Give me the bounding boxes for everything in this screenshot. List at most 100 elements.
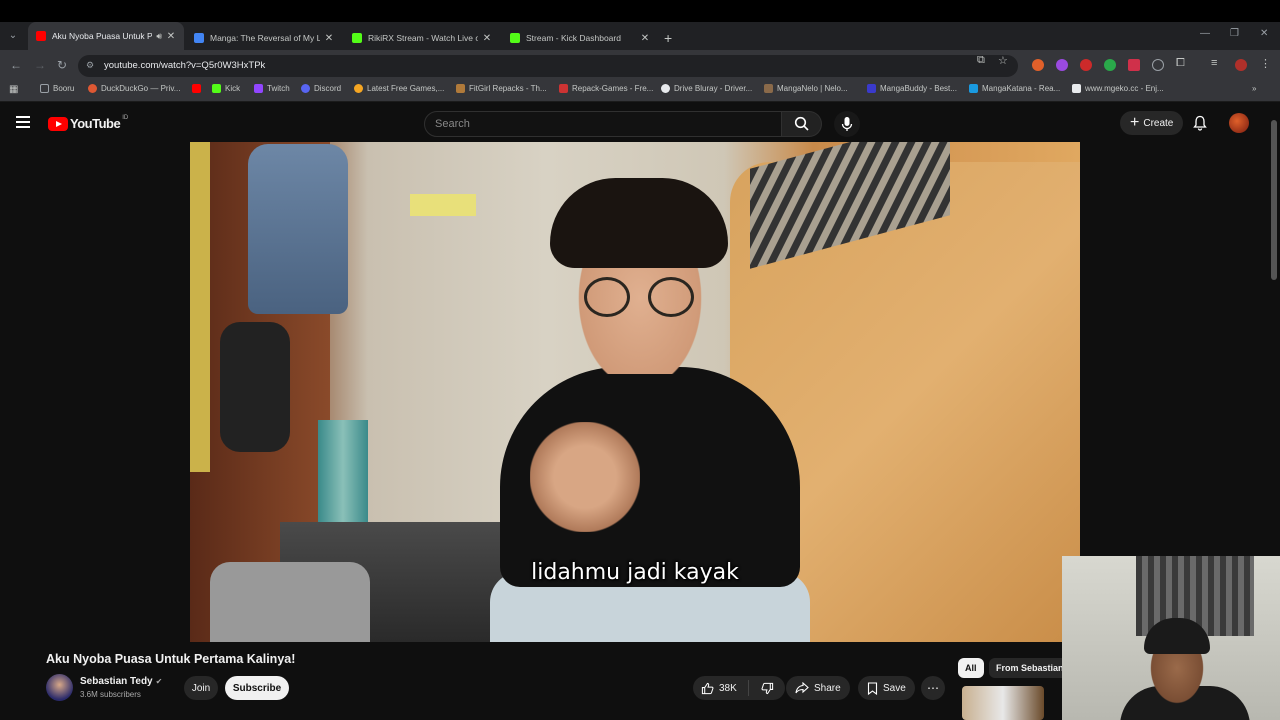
bookmark-youtube[interactable] <box>192 84 205 93</box>
bookmark-discord[interactable]: Discord <box>301 84 341 93</box>
tab-manga[interactable]: Manga: The Reversal of My Life ✕ <box>186 26 342 50</box>
video-player[interactable]: lidahmu jadi kayak <box>190 142 1080 642</box>
subscribe-button[interactable]: Subscribe <box>225 676 289 700</box>
create-button[interactable]: + Create <box>1120 111 1184 135</box>
voice-search-button[interactable] <box>834 111 860 137</box>
bookmark-label: MangaNelo | Nelo... <box>777 84 848 93</box>
page-scrollbar[interactable] <box>1271 120 1277 280</box>
bookmark-drive-bluray[interactable]: Drive Bluray - Driver... <box>661 84 752 93</box>
tab-kick-stream[interactable]: RikiRX Stream - Watch Live on ✕ <box>344 26 500 50</box>
install-app-icon[interactable]: ⧉ <box>977 54 985 67</box>
bookmark-booru[interactable]: Booru <box>40 84 74 93</box>
mangabuddy-icon <box>867 84 876 93</box>
channel-name[interactable]: Sebastian Tedy <box>80 676 153 687</box>
video-frame-hair <box>550 178 728 268</box>
close-window-icon[interactable]: ✕ <box>1260 28 1268 39</box>
close-tab-icon[interactable]: ✕ <box>482 33 492 44</box>
chip-from-channel[interactable]: From Sebastian <box>989 658 1071 678</box>
minimize-icon[interactable]: — <box>1200 28 1210 39</box>
plus-icon: + <box>1130 114 1140 131</box>
bookmark-mgeko[interactable]: www.mgeko.cc - Enj... <box>1072 84 1164 93</box>
discord-icon <box>301 84 310 93</box>
youtube-logo[interactable]: YouTube ID <box>48 115 128 131</box>
bookmark-label: FitGirl Repacks - Th... <box>469 84 547 93</box>
browser-menu-icon[interactable]: ⋮ <box>1260 57 1271 70</box>
bookmark-duckduckgo[interactable]: DuckDuckGo — Priv... <box>88 84 180 93</box>
close-tab-icon[interactable]: ✕ <box>166 31 176 42</box>
bookmark-repack-games[interactable]: Repack-Games - Fre... <box>559 84 653 93</box>
webcam-overlay <box>1062 556 1280 720</box>
save-button[interactable]: Save <box>858 676 915 700</box>
menu-icon[interactable] <box>16 116 30 128</box>
extension-icon[interactable] <box>1080 59 1092 71</box>
extension-icon[interactable] <box>1152 59 1164 71</box>
bookmark-free-games[interactable]: Latest Free Games,... <box>354 84 444 93</box>
audio-playing-icon[interactable]: 🔊︎ <box>156 31 162 42</box>
more-actions-icon[interactable]: ⋯ <box>921 676 945 700</box>
extension-icon[interactable] <box>1104 59 1116 71</box>
extension-icon[interactable] <box>1128 59 1140 71</box>
address-bar[interactable]: ⚙ youtube.com/watch?v=Q5r0W3HxTPk <box>78 55 1018 77</box>
manga-favicon-icon <box>194 33 204 43</box>
more-bookmarks-icon[interactable]: » <box>1252 84 1256 93</box>
youtube-header: YouTube ID + Create <box>0 103 1280 143</box>
search-input[interactable] <box>425 112 781 136</box>
search-button[interactable] <box>782 111 822 137</box>
apps-grid-icon[interactable]: ▦ <box>9 84 18 95</box>
related-video-thumbnail[interactable] <box>962 686 1044 720</box>
video-frame-glasses <box>584 277 700 319</box>
like-count: 38K <box>719 682 737 694</box>
extension-icon[interactable] <box>1056 59 1068 71</box>
extensions-puzzle-icon[interactable]: ⧠ <box>1176 57 1185 70</box>
microphone-icon <box>841 117 853 131</box>
join-button[interactable]: Join <box>184 676 218 700</box>
chip-all[interactable]: All <box>958 658 984 678</box>
close-tab-icon[interactable]: ✕ <box>324 33 334 44</box>
search-box <box>424 111 782 137</box>
url-text[interactable]: youtube.com/watch?v=Q5r0W3HxTPk <box>104 60 265 71</box>
bookmark-save-icon <box>867 681 878 695</box>
channel-name-row[interactable]: Sebastian Tedy ✔︎ <box>80 676 162 687</box>
bookmark-kick[interactable]: Kick <box>212 84 240 93</box>
bookmark-label: Drive Bluray - Driver... <box>674 84 753 93</box>
like-button[interactable]: 38K <box>693 680 749 696</box>
search-icon <box>794 116 809 131</box>
notifications-bell-icon[interactable] <box>1192 115 1208 136</box>
bookmark-star-icon[interactable]: ☆ <box>998 54 1008 67</box>
tab-kick-dashboard[interactable]: Stream - Kick Dashboard ✕ <box>502 26 658 50</box>
kick-favicon-icon <box>510 33 520 43</box>
browser-tab-bar: ⌄ Aku Nyoba Puasa Untuk Pe 🔊︎ ✕ Manga: T… <box>0 0 1280 50</box>
logo-text: YouTube <box>70 116 121 131</box>
bookmark-label: Repack-Games - Fre... <box>572 84 654 93</box>
verified-check-icon: ✔︎ <box>155 677 163 686</box>
tab-youtube-video[interactable]: Aku Nyoba Puasa Untuk Pe 🔊︎ ✕ <box>28 22 184 50</box>
channel-avatar[interactable] <box>46 674 73 701</box>
mgeko-icon <box>1072 84 1081 93</box>
forward-icon[interactable]: → <box>34 58 46 72</box>
profile-avatar-icon[interactable] <box>1235 59 1247 71</box>
reload-icon[interactable]: ↻ <box>57 58 67 72</box>
bookmark-mangakatana[interactable]: MangaKatana - Rea... <box>969 84 1060 93</box>
media-controls-icon[interactable]: ≡ <box>1211 57 1217 69</box>
video-frame-yellow-cloth <box>190 142 210 472</box>
close-tab-icon[interactable]: ✕ <box>640 33 650 44</box>
back-icon[interactable]: ← <box>10 58 22 72</box>
like-dislike-group: 38K <box>693 676 785 700</box>
bookmark-manganelo[interactable]: MangaNelo | Nelo... <box>764 84 848 93</box>
video-title: Aku Nyoba Puasa Untuk Pertama Kalinya! <box>46 652 296 666</box>
bookmark-fitgirl[interactable]: FitGirl Repacks - Th... <box>456 84 547 93</box>
share-button[interactable]: Share <box>786 676 850 700</box>
extension-icon[interactable] <box>1032 59 1044 71</box>
restore-icon[interactable]: ❐ <box>1230 28 1239 39</box>
site-info-icon[interactable]: ⚙ <box>86 60 94 71</box>
tab-title: Manga: The Reversal of My Life <box>210 33 320 43</box>
twitch-icon <box>254 84 263 93</box>
bookmark-mangabuddy[interactable]: MangaBuddy - Best... <box>867 84 957 93</box>
tab-search-icon[interactable]: ⌄ <box>6 29 20 43</box>
browser-toolbar: ← → ↻ ⚙ youtube.com/watch?v=Q5r0W3HxTPk … <box>0 50 1280 80</box>
bookmark-twitch[interactable]: Twitch <box>254 84 290 93</box>
account-avatar[interactable] <box>1229 113 1249 133</box>
dislike-button[interactable] <box>749 682 785 695</box>
new-tab-icon[interactable]: + <box>664 30 672 46</box>
youtube-play-icon <box>48 116 68 131</box>
